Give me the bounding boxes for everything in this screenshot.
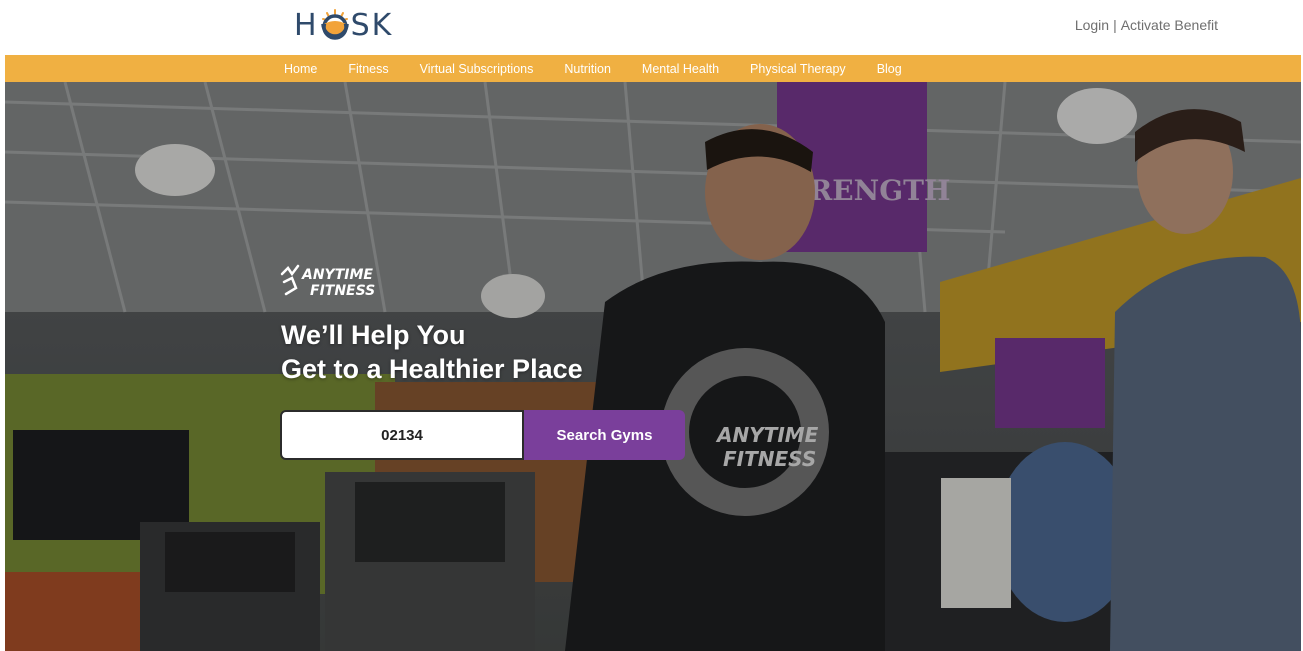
logo-sun-icon (320, 9, 349, 40)
nav-item-fitness[interactable]: Fitness (348, 62, 388, 76)
activate-benefit-link[interactable]: Activate Benefit (1121, 17, 1218, 33)
hero-headline: We’ll Help You Get to a Healthier Place (281, 318, 583, 386)
auth-separator: | (1113, 17, 1117, 33)
gym-photo-background: RENGTH ANYTIME FITNESS (5, 82, 1301, 651)
zip-code-input[interactable] (280, 410, 524, 460)
headline-line2: Get to a Healthier Place (281, 354, 583, 384)
nav-item-blog[interactable]: Blog (877, 62, 902, 76)
logo-letter-s: S (350, 7, 372, 43)
anytime-fitness-logo: ANYTIME FITNESS (280, 264, 375, 298)
headline-line1: We’ll Help You (281, 320, 466, 350)
logo-letter-h: H (294, 7, 319, 43)
husk-logo[interactable]: H S K (294, 7, 394, 43)
nav-item-mental-health[interactable]: Mental Health (642, 62, 719, 76)
af-logo-line1: ANYTIME (301, 267, 373, 283)
nav-item-physical-therapy[interactable]: Physical Therapy (750, 62, 846, 76)
nav-item-virtual-subscriptions[interactable]: Virtual Subscriptions (420, 62, 534, 76)
search-gyms-button[interactable]: Search Gyms (524, 410, 685, 460)
main-nav: Home Fitness Virtual Subscriptions Nutri… (5, 55, 1301, 82)
login-link[interactable]: Login (1075, 17, 1109, 33)
nav-item-nutrition[interactable]: Nutrition (564, 62, 611, 76)
gym-search-form: Search Gyms (280, 410, 685, 460)
logo-letter-k: K (371, 7, 394, 43)
site-header: H S K Login | Activate Benefit (0, 0, 1303, 55)
af-logo-line2: FITNESS (310, 283, 375, 298)
hero-banner: RENGTH ANYTIME FITNESS ANYTIME FITNESS W… (5, 82, 1301, 651)
nav-item-home[interactable]: Home (284, 62, 317, 76)
auth-links: Login | Activate Benefit (1075, 17, 1218, 33)
